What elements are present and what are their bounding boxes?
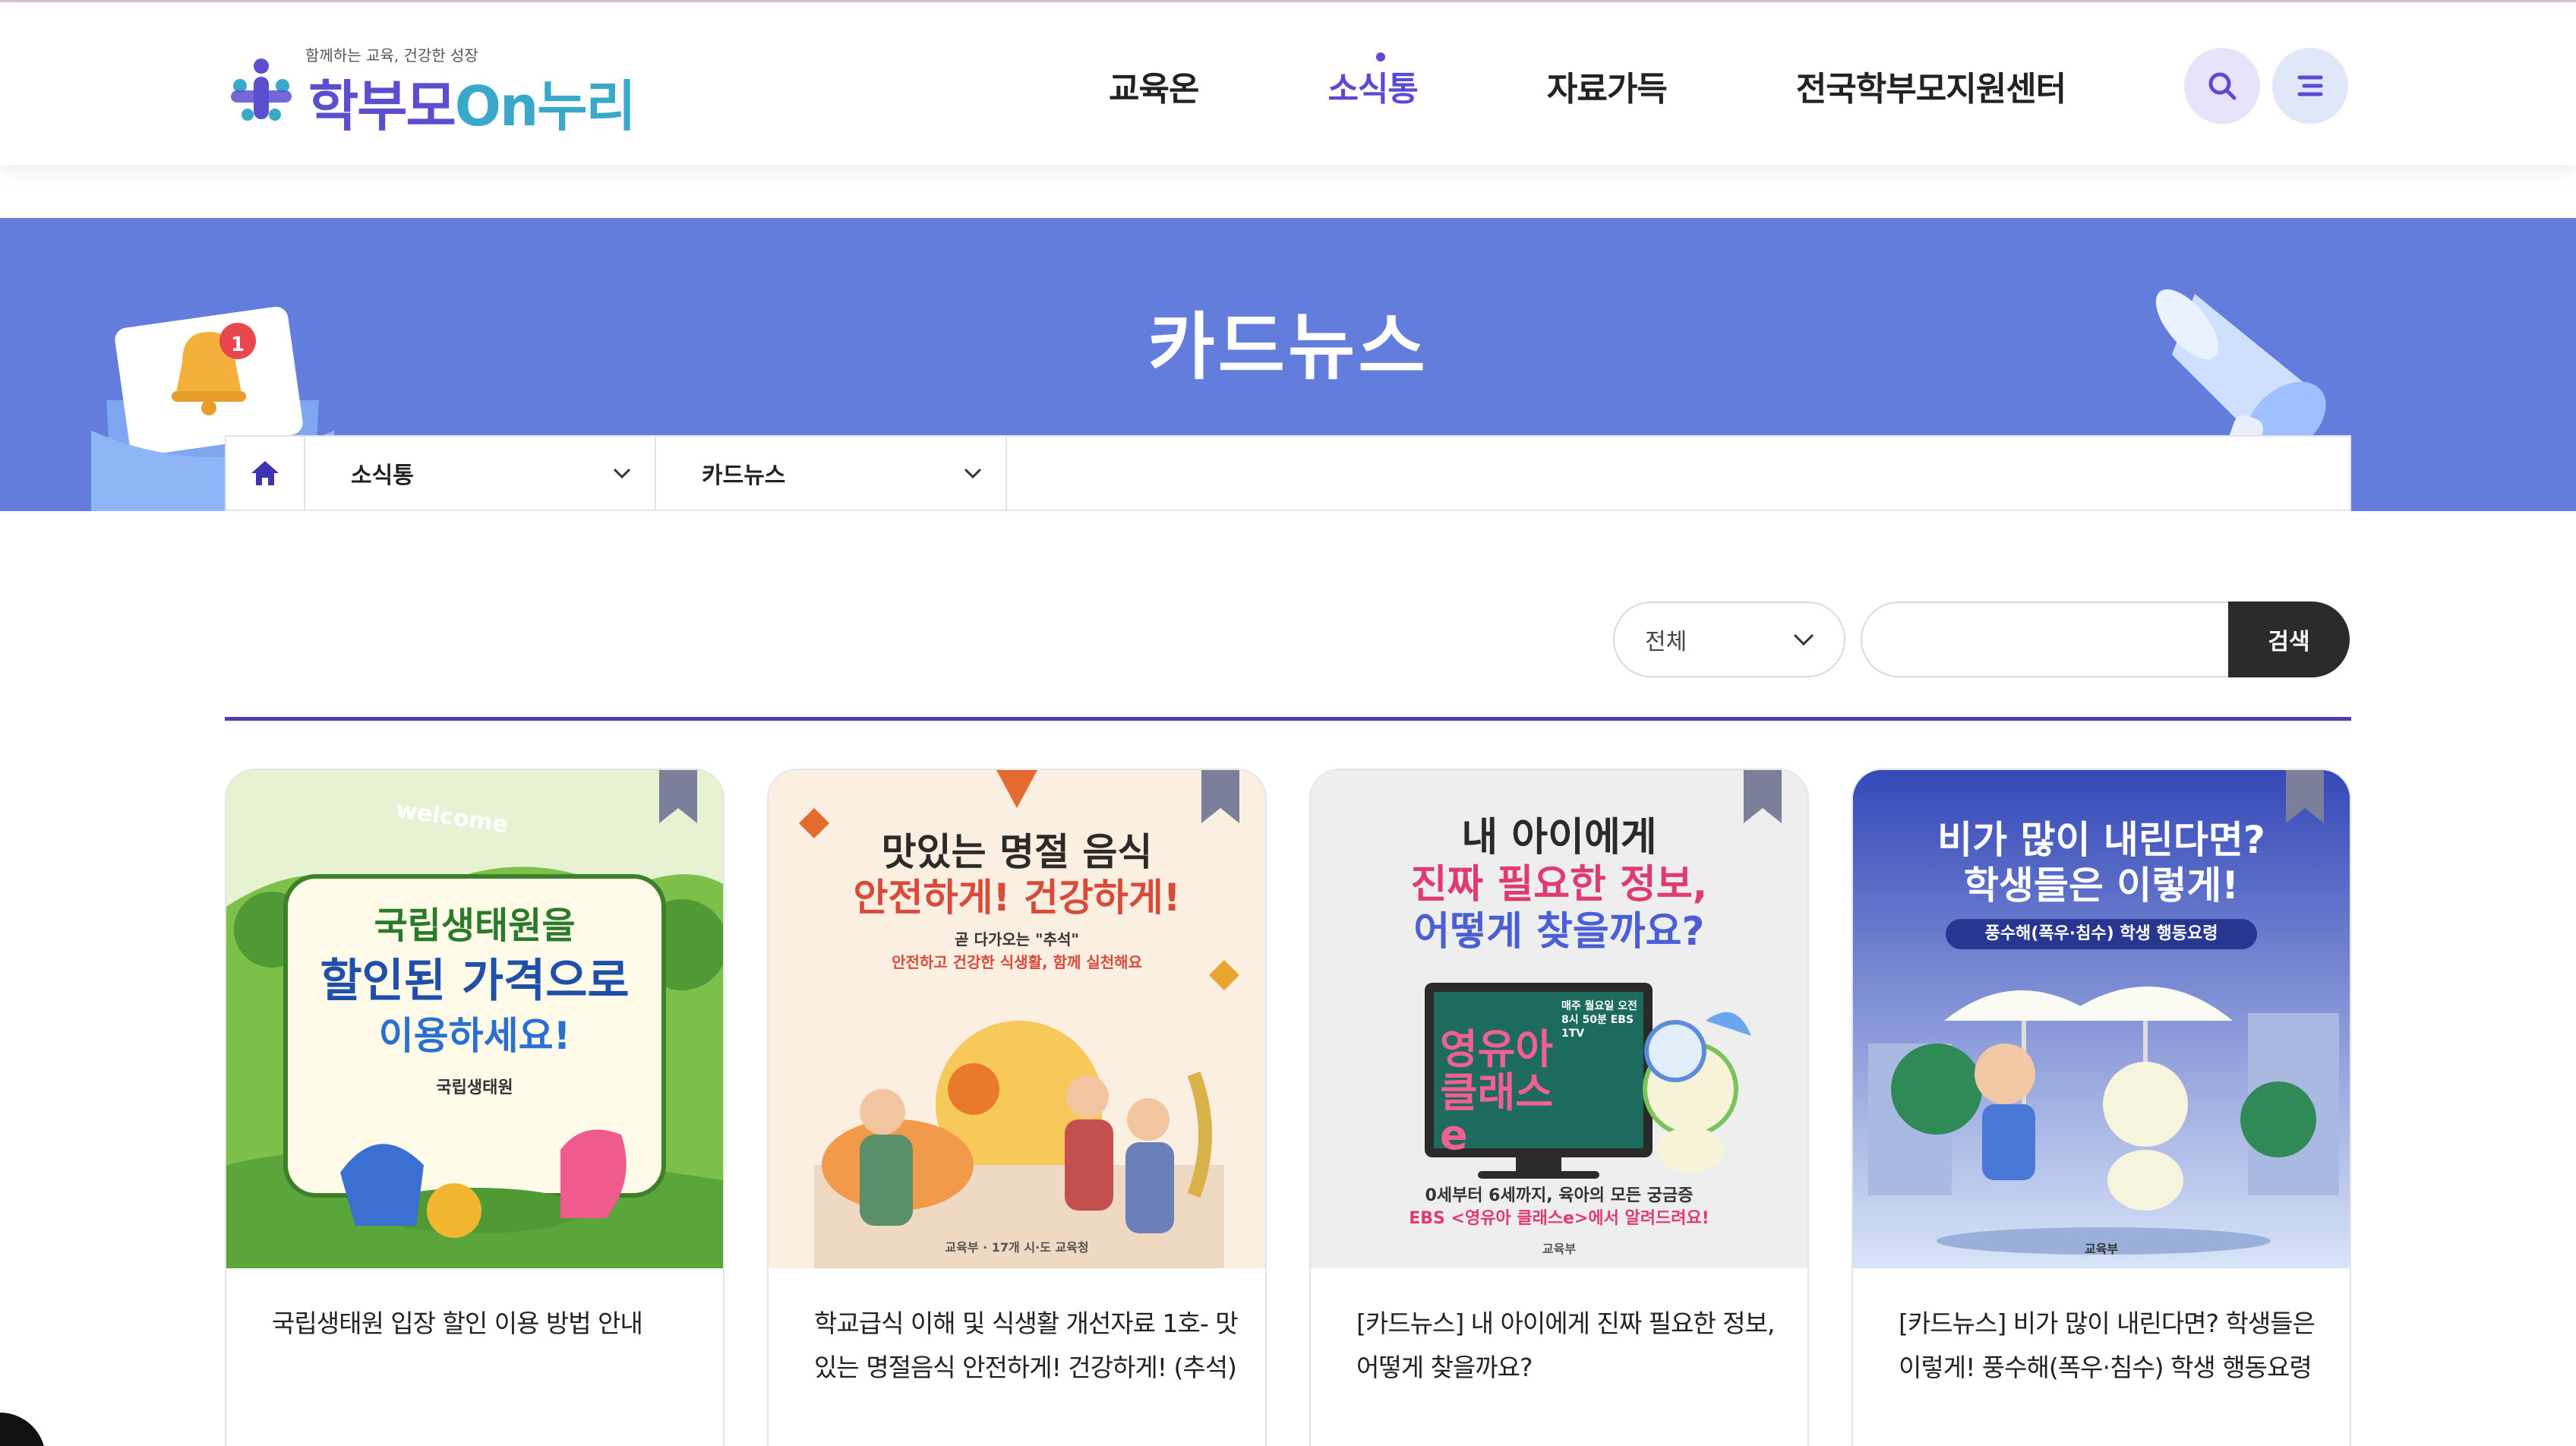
- category-select-value: 전체: [1645, 629, 1687, 655]
- site-header: 함께하는 교육, 건강한 성장 학부모On누리 교육온 소식통 자료가득 전국학…: [0, 2, 2576, 165]
- card1-org: 국립생태원: [436, 1078, 513, 1097]
- search-button[interactable]: [2184, 48, 2260, 124]
- card4-line2: 학생들은 이렇게!: [1963, 863, 2240, 908]
- breadcrumb-level2-label: 카드뉴스: [702, 463, 786, 489]
- search-icon: [2208, 72, 2237, 100]
- nav-item-resources[interactable]: 자료가득: [1547, 62, 1668, 110]
- card4-pill: 풍수해(폭우·침수) 학생 행동요령: [1946, 919, 2257, 949]
- card1-line3: 이용하세요!: [378, 1014, 571, 1058]
- home-icon: [251, 461, 279, 485]
- card1-line1: 국립생태원을: [374, 905, 576, 947]
- card-title[interactable]: [카드뉴스] 비가 많이 내린다면? 학생들은 이렇게! 풍수해(폭우·침수) …: [1899, 1302, 2324, 1390]
- bookmark-icon[interactable]: [2283, 770, 2327, 825]
- card4-org: 교육부: [2084, 1242, 2119, 1256]
- logo-main-text: 학부모: [308, 74, 456, 138]
- nav-item-education-on[interactable]: 교육온: [1109, 62, 1199, 110]
- card-title[interactable]: 국립생태원 입장 할인 이용 방법 안내: [272, 1302, 697, 1346]
- window-corner: [0, 1413, 46, 1446]
- breadcrumb-level1-select[interactable]: 소식통: [305, 437, 656, 510]
- logo-sub-text: On누리: [454, 74, 636, 138]
- card2-org: 교육부 · 17개 시·도 교육청: [945, 1240, 1089, 1255]
- card2-line2: 안전하게! 건강하게!: [853, 876, 1181, 920]
- bookmark-icon[interactable]: [1198, 770, 1242, 825]
- breadcrumb-level1-label: 소식통: [351, 463, 414, 489]
- card1-line2: 할인된 가격으로: [320, 955, 630, 1008]
- card-item[interactable]: welcome 국립생태원을 할인된 가격으로 이용하세요! 국립생태원 국립생…: [225, 769, 724, 1446]
- search-submit-button[interactable]: 검색: [2228, 601, 2350, 677]
- card3-org: 교육부: [1542, 1242, 1577, 1256]
- site-logo[interactable]: 함께하는 교육, 건강한 성장 학부모On누리: [225, 40, 636, 138]
- card-thumbnail: welcome 국립생태원을 할인된 가격으로 이용하세요! 국립생태원: [226, 770, 723, 1268]
- card3-line1: 내 아이에게: [1461, 815, 1657, 860]
- card2-sub2: 안전하고 건강한 식생활, 함께 실천해요: [892, 953, 1142, 971]
- bookmark-icon[interactable]: [1741, 770, 1785, 825]
- chevron-down-icon: [964, 468, 982, 479]
- list-divider: [225, 717, 2351, 721]
- breadcrumb: 소식통 카드뉴스: [225, 435, 2351, 511]
- card-title[interactable]: [카드뉴스] 내 아이에게 진짜 필요한 정보, 어떻게 찾을까요?: [1356, 1302, 1782, 1390]
- card3-line2: 진짜 필요한 정보,: [1410, 862, 1708, 908]
- menu-icon: [2297, 75, 2323, 96]
- nav-item-parent-support-center[interactable]: 전국학부모지원센터: [1796, 62, 2066, 110]
- category-select[interactable]: 전체: [1613, 601, 1845, 677]
- card3-foot2: EBS <영유아 클래스e>에서 알려드려요!: [1409, 1209, 1709, 1228]
- card3-schedule: 매주 월요일 오전 8시 50분 EBS 1TV: [1561, 1000, 1637, 1040]
- card2-sub1: 곧 다가오는 "추석": [955, 930, 1079, 949]
- card2-line1: 맛있는 명절 음식: [881, 830, 1153, 874]
- nav-item-news[interactable]: 소식통: [1327, 52, 1419, 110]
- card-item[interactable]: 맛있는 명절 음식 안전하게! 건강하게! 곧 다가오는 "추석" 안전하고 건…: [767, 769, 1267, 1446]
- card-thumbnail: 비가 많이 내린다면? 학생들은 이렇게! 풍수해(폭우·침수) 학생 행동요령…: [1853, 770, 2350, 1268]
- card4-line1: 비가 많이 내린다면?: [1937, 818, 2265, 862]
- card-thumbnail: 내 아이에게 진짜 필요한 정보, 어떻게 찾을까요? 영유아 클래스e 매주 …: [1311, 770, 1807, 1268]
- logo-wordmark: 학부모On누리: [308, 62, 636, 141]
- menu-button[interactable]: [2272, 48, 2348, 124]
- card3-tv-title: 영유아 클래스e: [1440, 1025, 1554, 1160]
- breadcrumb-home[interactable]: [226, 437, 305, 510]
- bookmark-icon[interactable]: [656, 770, 700, 825]
- card-item[interactable]: 내 아이에게 진짜 필요한 정보, 어떻게 찾을까요? 영유아 클래스e 매주 …: [1309, 769, 1809, 1446]
- chevron-down-icon: [613, 468, 631, 479]
- card-title[interactable]: 학교급식 이해 및 식생활 개선자료 1호- 맛있는 명절음식 안전하게! 건강…: [814, 1302, 1239, 1390]
- card3-line3: 어떻게 찾을까요?: [1413, 909, 1705, 955]
- card3-foot1: 0세부터 6세까지, 육아의 모든 궁금증: [1425, 1186, 1694, 1205]
- search-input[interactable]: [1861, 601, 2256, 677]
- main-nav: 교육온 소식통 자료가득 전국학부모지원센터: [1109, 52, 2066, 116]
- card-item[interactable]: 비가 많이 내린다면? 학생들은 이렇게! 풍수해(폭우·침수) 학생 행동요령…: [1852, 769, 2351, 1446]
- card-thumbnail: 맛있는 명절 음식 안전하게! 건강하게! 곧 다가오는 "추석" 안전하고 건…: [769, 770, 1265, 1268]
- breadcrumb-level2-select[interactable]: 카드뉴스: [656, 437, 1007, 510]
- chevron-down-icon: [1793, 633, 1814, 646]
- logo-mark-icon: [231, 58, 292, 121]
